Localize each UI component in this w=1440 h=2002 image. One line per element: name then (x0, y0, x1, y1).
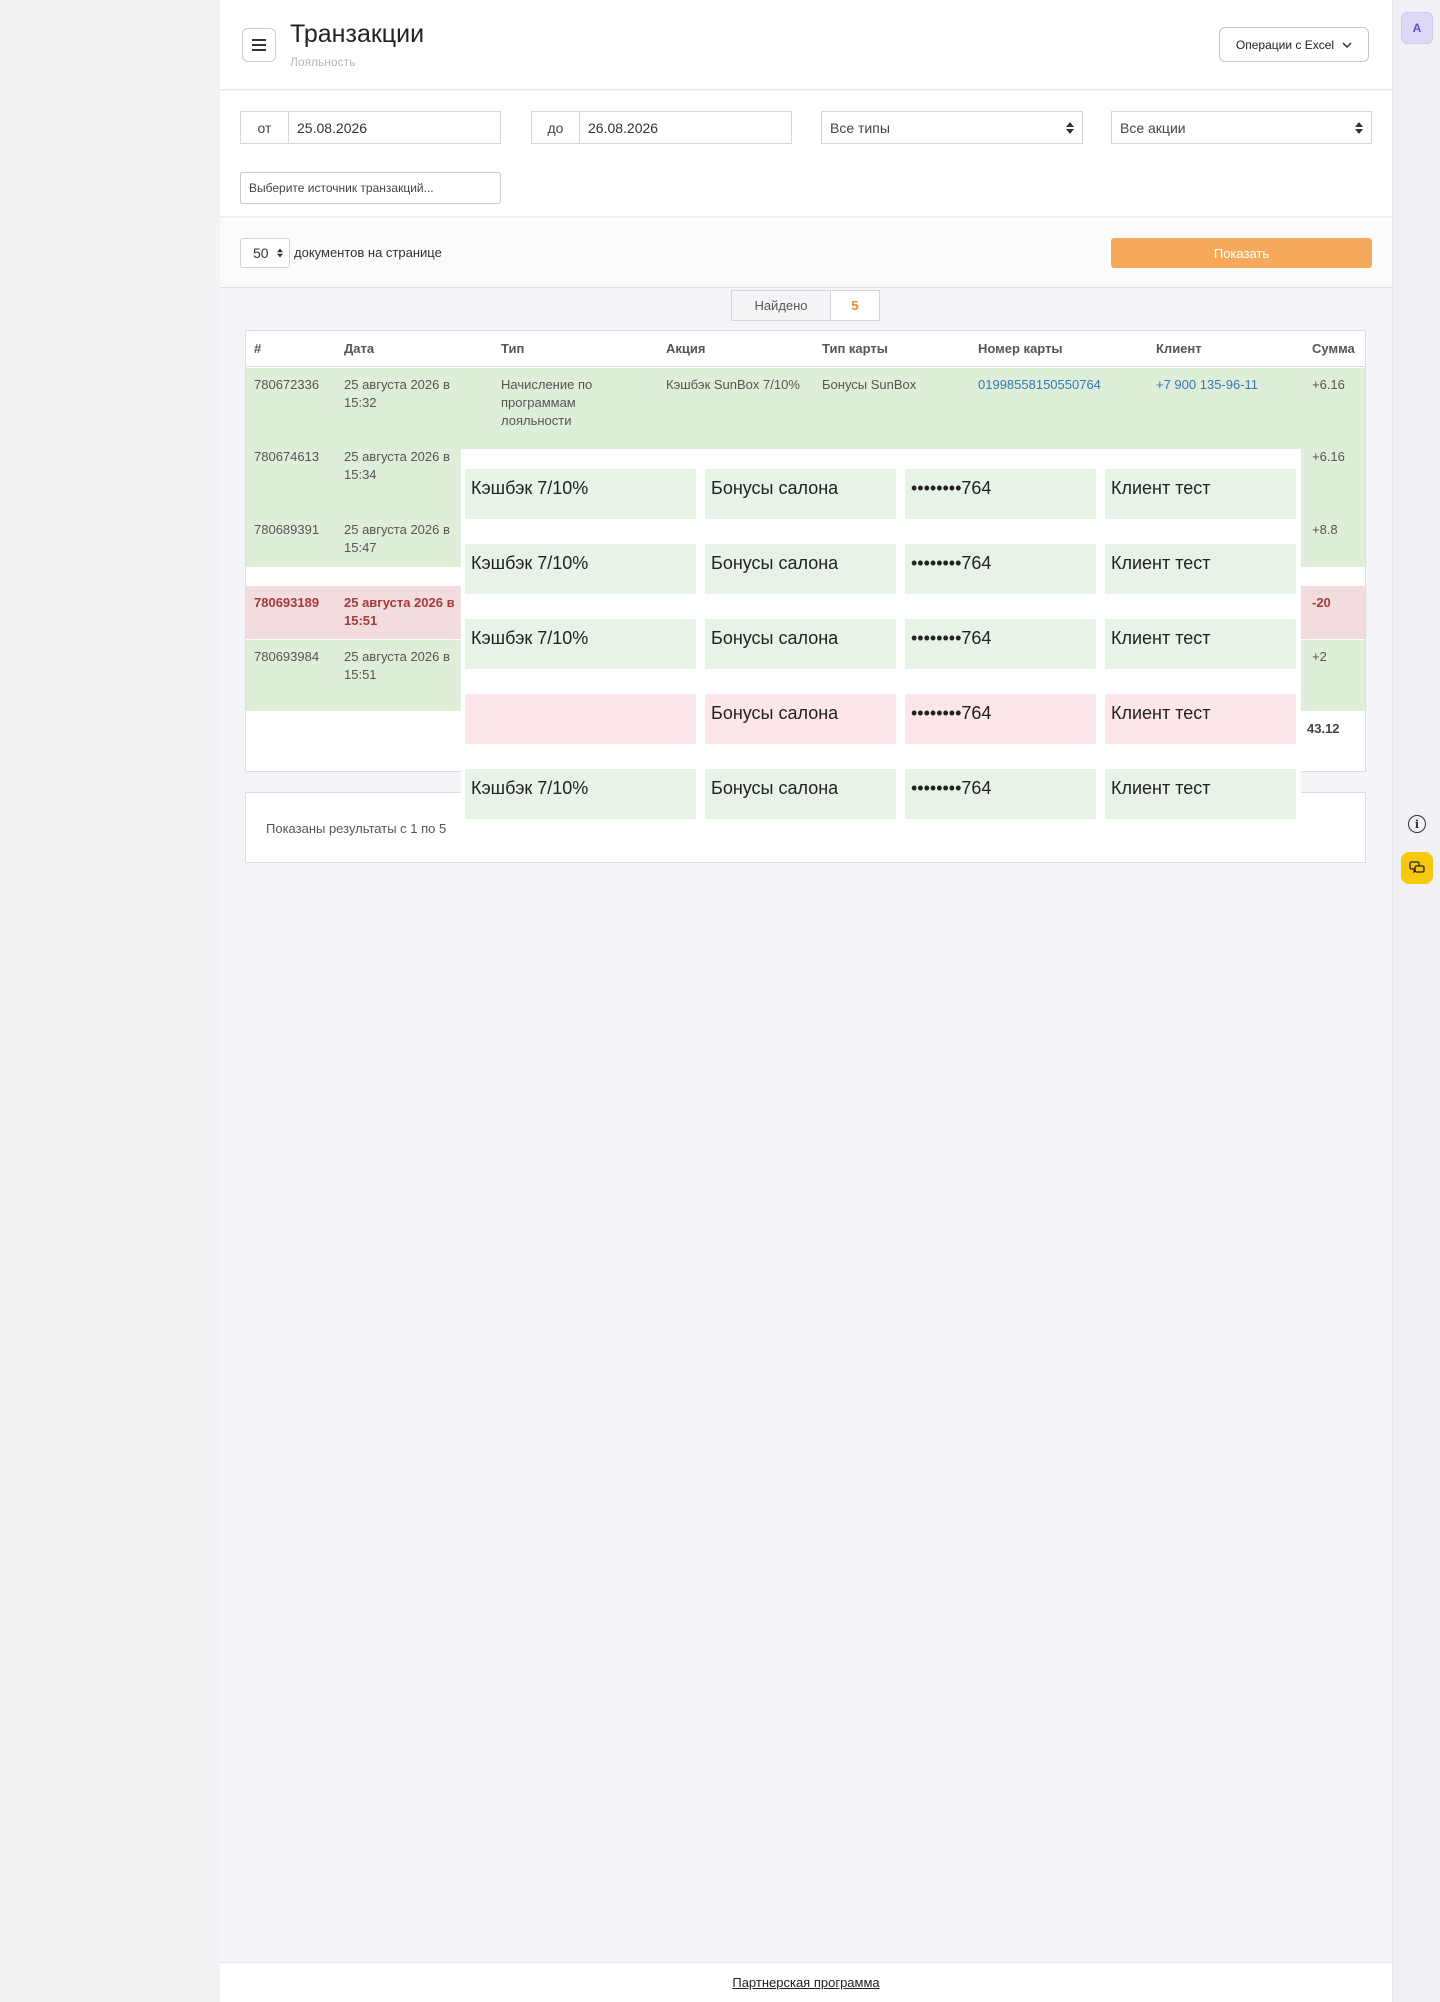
found-label: Найдено (732, 291, 831, 320)
client-phone-link[interactable]: +7 900 135-96-11 (1156, 376, 1258, 394)
overlay-card-number-cell: ••••••••764 (905, 469, 1096, 519)
results-text: Показаны результаты с 1 по 5 (266, 821, 447, 836)
select-arrows-icon (1066, 121, 1074, 134)
date-to-input[interactable] (580, 112, 791, 143)
row-id: 780693189 (254, 595, 320, 610)
chat-button[interactable] (1401, 852, 1433, 884)
overlay-promo-cell: Кэшбэк 7/10% (465, 544, 696, 594)
select-arrows-icon (277, 248, 283, 258)
pagination-controls: 50 документов на странице Показать (220, 218, 1392, 288)
page-header: Транзакции Лояльность Операции с Excel (220, 0, 1392, 90)
excel-operations-button[interactable]: Операции с Excel (1219, 27, 1369, 62)
overlay-client-cell: Клиент тест (1105, 544, 1296, 594)
found-count: 5 (851, 298, 859, 313)
overlay-card-type-cell: Бонусы салона (705, 769, 896, 819)
per-page-select[interactable]: 50 (240, 238, 290, 268)
table-header: # Дата Тип Акция Тип карты Номер карты К… (246, 331, 1365, 367)
overlay-card-number-cell: ••••••••764 (905, 619, 1096, 669)
overlay-card-number-cell: ••••••••764 (905, 544, 1096, 594)
partner-program-link[interactable]: Партнерская программа (732, 1975, 879, 1990)
overlay-card-type-cell: Бонусы салона (705, 469, 896, 519)
page-footer: Партнерская программа (220, 1962, 1392, 2002)
column-header-id: # (254, 341, 262, 356)
row-date: 25 августа 2026 в 15:51 (344, 649, 450, 682)
table-total: 43.12 (1307, 721, 1340, 736)
overlay-client-cell: Клиент тест (1105, 694, 1296, 744)
menu-toggle-button[interactable] (242, 28, 276, 62)
card-details-overlay: Кэшбэк 7/10% Бонусы салона ••••••••764 К… (461, 449, 1301, 822)
main-content: Транзакции Лояльность Операции с Excel о… (220, 0, 1392, 2002)
found-counter: Найдено 5 (731, 290, 880, 321)
transaction-source-input[interactable]: Выберите источник транзакций... (240, 172, 501, 204)
date-from-input[interactable] (289, 112, 500, 143)
promo-select-value: Все акции (1120, 119, 1186, 136)
column-header-type: Тип (501, 341, 525, 356)
column-header-card-type: Тип карты (822, 341, 888, 356)
date-to-prefix: до (532, 112, 580, 143)
column-header-date: Дата (344, 341, 375, 356)
date-to-group: до (531, 111, 792, 144)
table-row[interactable]: 780672336 25 августа 2026 в 15:32 Начисл… (246, 368, 1365, 440)
row-card-type: Бонусы SunBox (822, 377, 917, 392)
row-amount: +6.16 (1312, 449, 1345, 464)
row-id: 780693984 (254, 649, 320, 664)
overlay-promo-cell (465, 694, 696, 744)
row-type: Начисление по программам лояльности (501, 377, 593, 428)
row-id: 780672336 (254, 377, 320, 392)
overlay-card-number-cell: ••••••••764 (905, 769, 1096, 819)
overlay-client-cell: Клиент тест (1105, 769, 1296, 819)
row-amount: +2 (1312, 649, 1327, 664)
row-amount: +6.16 (1312, 377, 1345, 392)
column-header-card-number: Номер карты (978, 341, 1063, 356)
row-date: 25 августа 2026 в 15:32 (344, 377, 450, 410)
column-header-promo: Акция (666, 341, 706, 356)
info-icon[interactable]: i (1408, 815, 1426, 833)
overlay-card-type-cell: Бонусы салона (705, 544, 896, 594)
chevron-down-icon (1342, 41, 1352, 48)
overlay-promo-cell: Кэшбэк 7/10% (465, 619, 696, 669)
page-subtitle: Лояльность (290, 55, 356, 69)
per-page-value: 50 (253, 245, 269, 261)
overlay-client-cell: Клиент тест (1105, 469, 1296, 519)
hamburger-icon (252, 39, 266, 51)
date-from-group: от (240, 111, 501, 144)
row-amount: -20 (1312, 595, 1331, 610)
card-number-link[interactable]: 01998558150550764 (978, 376, 1101, 394)
column-header-amount: Сумма (1312, 341, 1355, 356)
row-date: 25 августа 2026 в 15:51 (344, 595, 455, 628)
page-title: Транзакции (290, 20, 425, 48)
row-promo: Кэшбэк SunBox 7/10% (666, 377, 800, 392)
overlay-card-number-cell: ••••••••764 (905, 694, 1096, 744)
chat-icon (1409, 861, 1425, 874)
type-select[interactable]: Все типы (821, 111, 1083, 144)
row-id: 780674613 (254, 449, 320, 464)
date-from-prefix: от (241, 112, 289, 143)
overlay-promo-cell: Кэшбэк 7/10% (465, 769, 696, 819)
overlay-card-type-cell: Бонусы салона (705, 694, 896, 744)
filters-panel: от до Все типы Все акции Выберите источн… (220, 91, 1392, 217)
excel-operations-label: Операции с Excel (1235, 37, 1335, 52)
row-amount: +8.8 (1312, 522, 1338, 537)
right-toolbar (1392, 0, 1440, 2002)
left-gutter (0, 0, 220, 2002)
overlay-card-type-cell: Бонусы салона (705, 619, 896, 669)
row-date: 25 августа 2026 в 15:34 (344, 449, 450, 482)
overlay-promo-cell: Кэшбэк 7/10% (465, 469, 696, 519)
per-page-label: документов на странице (294, 245, 442, 260)
row-date: 25 августа 2026 в 15:47 (344, 522, 450, 555)
user-avatar[interactable]: A (1401, 12, 1433, 44)
select-arrows-icon (1355, 121, 1363, 134)
show-button[interactable]: Показать (1111, 238, 1372, 268)
overlay-client-cell: Клиент тест (1105, 619, 1296, 669)
column-header-client: Клиент (1156, 341, 1202, 356)
row-id: 780689391 (254, 522, 320, 537)
promo-select[interactable]: Все акции (1111, 111, 1372, 144)
type-select-value: Все типы (830, 119, 890, 136)
